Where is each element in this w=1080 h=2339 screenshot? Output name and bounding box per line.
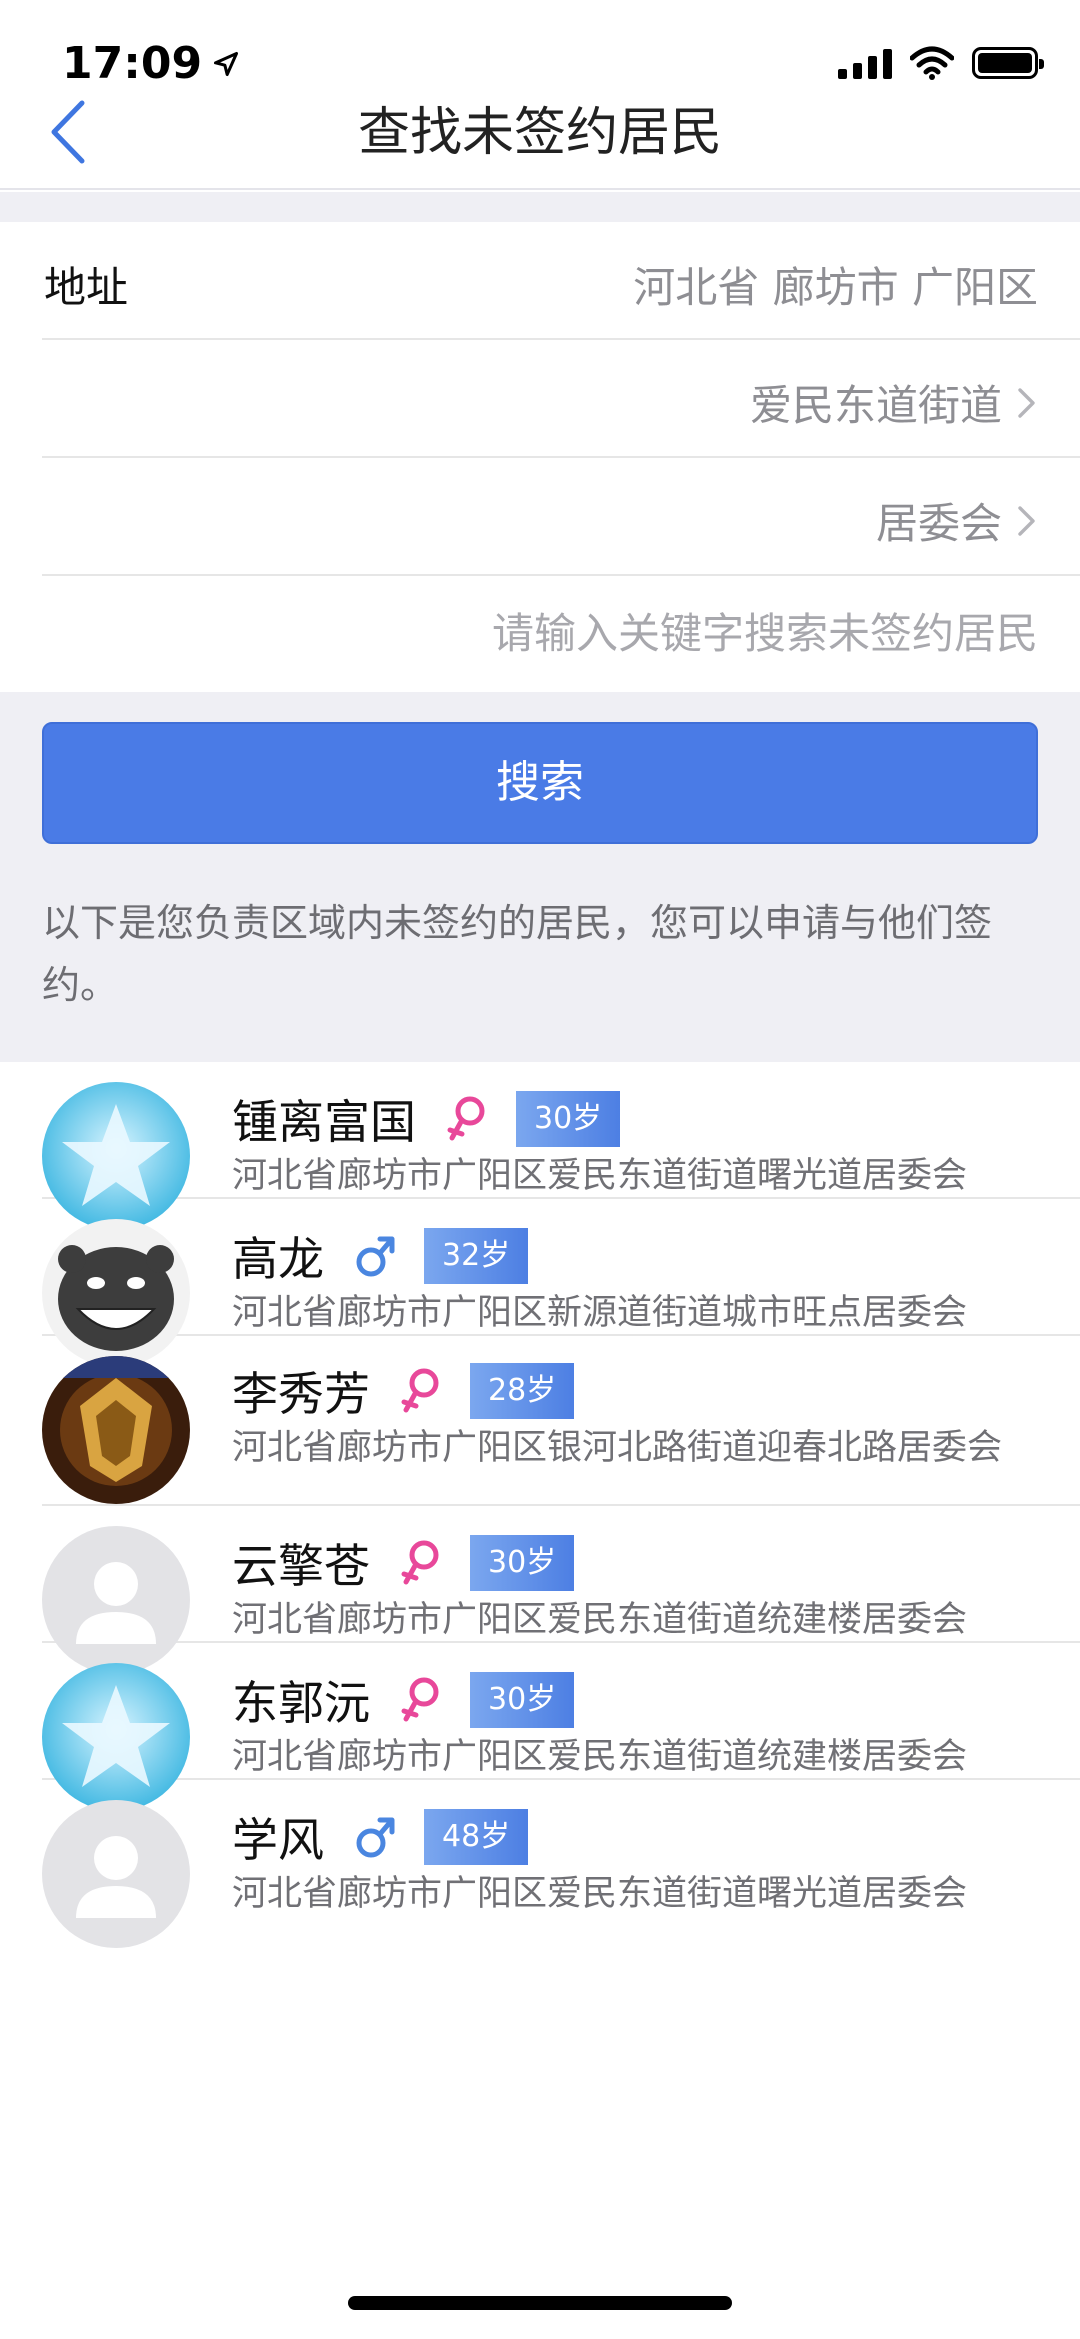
chevron-right-icon xyxy=(1018,387,1035,418)
street-row[interactable]: 爱民东道街道 xyxy=(42,340,1080,458)
resident-name: 东郭沅 xyxy=(232,1676,370,1730)
resident-row[interactable]: 李秀芳 28岁河北省廊坊市广阳区银河北路街道迎春北路居委会 xyxy=(42,1336,1080,1506)
female-icon xyxy=(401,1540,439,1585)
resident-address: 河北省廊坊市广阳区爱民东道街道统建楼居委会 xyxy=(232,1737,968,1777)
resident-name: 锺离富国 xyxy=(232,1095,416,1149)
resident-address: 河北省廊坊市广阳区爱民东道街道曙光道居委会 xyxy=(232,1156,968,1196)
avatar xyxy=(42,1800,190,1948)
committee-value: 居委会 xyxy=(875,499,1002,548)
section-spacer xyxy=(0,192,1080,222)
street-selector: 爱民东道街道 xyxy=(750,372,1038,433)
male-icon xyxy=(356,1817,395,1858)
age-badge: 28岁 xyxy=(470,1363,575,1419)
committee-selector: 居委会 xyxy=(876,490,1038,551)
resident-row[interactable]: 高龙 32岁河北省廊坊市广阳区新源道街道城市旺点居委会 xyxy=(42,1199,1080,1367)
navigation-bar: 查找未签约居民 xyxy=(0,60,1080,190)
female-icon xyxy=(447,1096,485,1141)
age-badge: 30岁 xyxy=(470,1535,575,1591)
age-badge: 32岁 xyxy=(424,1228,529,1284)
chevron-right-icon xyxy=(1018,505,1035,536)
resident-address: 河北省廊坊市广阳区银河北路街道迎春北路居委会 xyxy=(232,1428,1003,1468)
street-value: 爱民东道街道 xyxy=(749,381,1002,430)
address-label: 地址 xyxy=(44,263,129,312)
female-icon xyxy=(401,1677,439,1722)
resident-address: 河北省廊坊市广阳区新源道街道城市旺点居委会 xyxy=(232,1293,968,1333)
page-title: 查找未签约居民 xyxy=(357,103,722,163)
name-row: 锺离富国 30岁 xyxy=(232,1086,621,1152)
name-row: 云擎苍 30岁 xyxy=(232,1530,575,1596)
search-button[interactable]: 搜索 xyxy=(42,722,1038,844)
age-badge: 48岁 xyxy=(424,1809,529,1865)
region-row[interactable]: 地址 河北省 廊坊市 广阳区 xyxy=(42,222,1080,340)
avatar xyxy=(42,1356,190,1504)
resident-row[interactable]: 东郭沅 30岁河北省廊坊市广阳区爱民东道街道统建楼居委会 xyxy=(42,1643,1080,1811)
age-badge: 30岁 xyxy=(470,1672,575,1728)
address-form: 地址 河北省 廊坊市 广阳区 爱民东道街道 居委会 xyxy=(0,222,1080,694)
resident-name: 学风 xyxy=(232,1813,324,1867)
resident-row[interactable]: 锺离富国 30岁河北省廊坊市广阳区爱民东道街道曙光道居委会 xyxy=(42,1062,1080,1230)
age-badge: 30岁 xyxy=(516,1091,621,1147)
resident-row[interactable]: 云擎苍 30岁河北省廊坊市广阳区爱民东道街道统建楼居委会 xyxy=(42,1506,1080,1674)
resident-name: 云擎苍 xyxy=(232,1539,370,1593)
region-value: 河北省 廊坊市 广阳区 xyxy=(633,263,1038,312)
name-row: 东郭沅 30岁 xyxy=(232,1667,575,1733)
home-indicator[interactable] xyxy=(348,2296,732,2310)
female-icon xyxy=(401,1368,439,1413)
committee-row[interactable]: 居委会 xyxy=(42,458,1080,576)
keyword-search-input[interactable] xyxy=(338,598,1038,668)
name-row: 李秀芳 28岁 xyxy=(232,1358,575,1424)
resident-list: 锺离富国 30岁 河北省廊坊市广阳区爱民东道街道曙光道居委会 高龙 32岁 河北省廊坊市广… xyxy=(0,1062,1080,1948)
resident-name: 李秀芳 xyxy=(232,1367,370,1421)
notice-text: 以下是您负责区域内未签约的居民，您可以申请与他们签约。 xyxy=(42,901,993,1007)
keyword-row xyxy=(42,576,1080,694)
resident-row[interactable]: 学风 48岁河北省廊坊市广阳区爱民东道街道曙光道居委会 xyxy=(42,1780,1080,1948)
resident-name: 高龙 xyxy=(232,1232,324,1286)
resident-address: 河北省廊坊市广阳区爱民东道街道统建楼居委会 xyxy=(232,1600,968,1640)
male-icon xyxy=(356,1236,395,1277)
name-row: 学风 48岁 xyxy=(232,1804,529,1870)
resident-address: 河北省廊坊市广阳区爱民东道街道曙光道居委会 xyxy=(232,1874,968,1914)
name-row: 高龙 32岁 xyxy=(232,1223,529,1289)
search-section: 搜索 以下是您负责区域内未签约的居民，您可以申请与他们签约。 xyxy=(0,692,1080,1062)
